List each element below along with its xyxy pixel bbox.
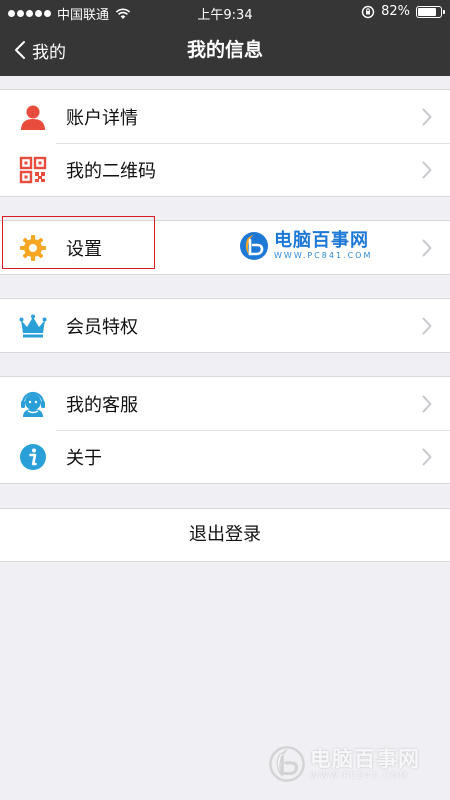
logout-button[interactable]: 退出登录	[0, 508, 450, 562]
page-title: 我的信息	[186, 39, 263, 61]
menu-item-about[interactable]: 关于	[0, 430, 450, 483]
watermark-logo-icon	[269, 746, 305, 782]
menu-item-label: 我的二维码	[66, 160, 156, 182]
menu-item-label: 关于	[66, 447, 102, 469]
menu-item-label: 账户详情	[66, 107, 138, 129]
watermark-title: 电脑百事网	[274, 230, 369, 251]
nav-bar: 我的 我的信息	[0, 24, 450, 76]
watermark-bottom-title: 电脑百事网	[310, 747, 420, 771]
chevron-right-icon	[422, 317, 432, 335]
status-right: 82%	[361, 4, 445, 19]
watermark-bottom-text: 电脑百事网 WWW.PC841.COM	[310, 747, 420, 781]
chevron-right-icon	[422, 161, 432, 179]
menu-item-my-qr-code[interactable]: 我的二维码	[0, 143, 450, 196]
menu-item-account-details[interactable]: 账户详情	[0, 90, 450, 143]
status-bar: 中国联通 上午9:34 82%	[0, 0, 450, 24]
back-button[interactable]: 我的	[14, 24, 66, 76]
qr-code-icon	[19, 156, 47, 184]
back-label: 我的	[32, 42, 66, 63]
watermark-text: 电脑百事网 WWW.PC841.COM	[274, 231, 372, 261]
menu-item-settings[interactable]: 设置	[0, 221, 450, 274]
crown-icon	[19, 312, 47, 340]
watermark-url: WWW.PC841.COM	[274, 251, 373, 260]
battery-percent: 82%	[381, 4, 410, 19]
group-support: 我的客服 关于	[0, 376, 450, 484]
orientation-lock-icon	[361, 5, 375, 19]
chevron-right-icon	[422, 448, 432, 466]
watermark-bottom-url: WWW.PC841.COM	[310, 771, 409, 780]
watermark-inline: 电脑百事网 WWW.PC841.COM	[238, 229, 372, 263]
menu-item-label: 我的客服	[66, 394, 138, 416]
group-settings: 设置	[0, 220, 450, 275]
watermark-bottom: 电脑百事网 WWW.PC841.COM	[268, 740, 420, 788]
gear-icon	[19, 234, 47, 262]
menu-item-vip-privileges[interactable]: 会员特权	[0, 299, 450, 352]
chevron-right-icon	[422, 239, 432, 257]
menu-item-label: 设置	[66, 238, 102, 260]
app-screen: 中国联通 上午9:34 82% 我的 我的信息 账户详情 我的二维码 设置 电脑…	[0, 0, 450, 800]
chevron-left-icon	[15, 41, 25, 59]
info-icon	[19, 443, 47, 471]
customer-service-icon	[19, 390, 47, 418]
battery-icon	[416, 5, 445, 18]
person-icon	[19, 103, 47, 131]
watermark-logo-icon	[240, 232, 268, 260]
chevron-right-icon	[422, 108, 432, 126]
group-account: 账户详情 我的二维码	[0, 89, 450, 197]
chevron-right-icon	[422, 395, 432, 413]
menu-item-customer-service[interactable]: 我的客服	[0, 377, 450, 430]
group-vip: 会员特权	[0, 298, 450, 353]
menu-item-label: 会员特权	[66, 316, 138, 338]
header: 中国联通 上午9:34 82% 我的 我的信息	[0, 0, 450, 76]
